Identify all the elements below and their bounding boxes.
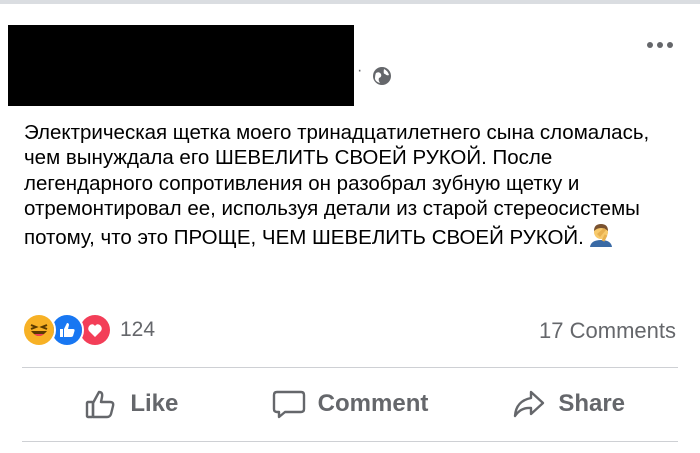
like-button[interactable]: Like [22, 368, 241, 440]
post-text: Электрическая щетка моего тринадцатилетн… [24, 120, 684, 254]
comment-icon [272, 390, 305, 419]
more-options-icon[interactable] [641, 35, 679, 55]
globe-icon[interactable] [371, 65, 393, 87]
header-separator: · [357, 62, 363, 79]
share-arrow-icon [514, 390, 545, 418]
share-button[interactable]: Share [459, 368, 678, 440]
post-body: Электрическая щетка моего тринадцатилетн… [24, 121, 650, 249]
top-border [0, 0, 700, 4]
comments-count-link[interactable]: 17 Comments [539, 318, 676, 344]
facepalm-emoji-icon [588, 222, 614, 254]
haha-reaction-icon [22, 313, 56, 347]
reactions-summary[interactable]: 124 [22, 313, 155, 347]
share-button-label: Share [558, 390, 626, 417]
divider-bottom [22, 441, 678, 442]
like-button-label: Like [130, 390, 179, 417]
comment-button-label: Comment [317, 390, 429, 417]
post-actions-bar: Like Comment Share [22, 368, 678, 440]
reaction-count: 124 [120, 318, 156, 341]
thumbs-up-icon [86, 390, 115, 419]
redacted-author-block [8, 25, 354, 106]
comment-button[interactable]: Comment [241, 368, 460, 440]
